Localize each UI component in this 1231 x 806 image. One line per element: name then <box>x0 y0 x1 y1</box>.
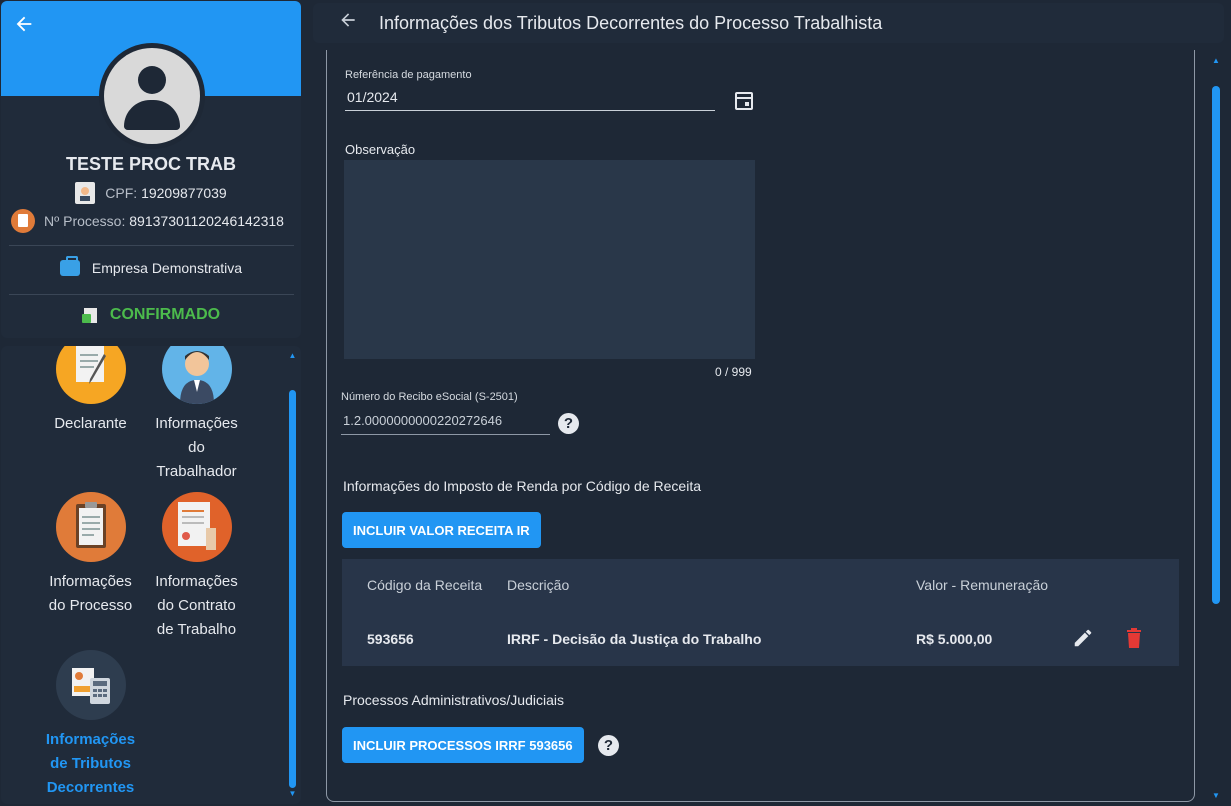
ref-input[interactable]: 01/2024 <box>347 89 398 105</box>
briefcase-icon <box>59 256 80 276</box>
help-icon[interactable]: ? <box>598 735 619 756</box>
main-scroll-thumb[interactable] <box>1212 86 1220 604</box>
process-value: 89137301120246142318 <box>129 213 284 229</box>
scroll-up-icon[interactable]: ▲ <box>288 352 297 360</box>
process-label: Nº Processo: <box>44 213 126 229</box>
process-row: Nº Processo: 89137301120246142318 <box>11 209 301 233</box>
status-row: CONFIRMADO <box>1 306 301 324</box>
cpf-label: CPF: <box>105 185 138 201</box>
back-arrow-icon[interactable] <box>338 10 360 36</box>
document-pen-icon <box>55 346 126 404</box>
nav-scroll-thumb[interactable] <box>289 390 296 788</box>
nav-item-declarante[interactable]: Declarante <box>43 346 138 436</box>
calendar-icon[interactable] <box>735 92 753 110</box>
recibo-underline <box>341 434 550 435</box>
col-header-codigo: Código da Receita <box>367 577 483 593</box>
clipboard-icon <box>11 209 35 233</box>
nav-scrollbar[interactable]: ▲ ▼ <box>288 350 297 800</box>
contract-icon <box>161 492 232 562</box>
back-arrow-icon[interactable] <box>13 13 37 37</box>
recibo-label: Número do Recibo eSocial (S-2501) <box>341 391 518 403</box>
obs-textarea[interactable] <box>344 160 755 359</box>
delete-trash-icon[interactable] <box>1126 628 1142 648</box>
ir-section-title: Informações do Imposto de Renda por Códi… <box>343 478 701 494</box>
page-title: Informações dos Tributos Decorrentes do … <box>379 12 883 33</box>
id-badge-icon <box>75 182 96 204</box>
scroll-down-icon[interactable]: ▼ <box>1212 791 1220 800</box>
cell-valor: R$ 5.000,00 <box>916 631 993 647</box>
divider <box>9 294 294 295</box>
clipboard-list-icon <box>55 492 126 562</box>
main-scrollbar[interactable]: ▲ ▼ <box>1210 50 1222 802</box>
nav-item-label: Informações do Contrato de Trabalho <box>155 573 238 638</box>
col-header-descricao: Descrição <box>507 577 570 593</box>
ir-table: Código da Receita Descrição Valor - Remu… <box>342 559 1179 666</box>
help-icon[interactable]: ? <box>558 413 579 434</box>
company-name: Empresa Demonstrativa <box>91 260 243 276</box>
company-row: Empresa Demonstrativa <box>1 256 301 276</box>
cpf-value: 19209877039 <box>141 185 227 201</box>
calculator-tax-icon <box>55 650 126 720</box>
obs-counter: 0 / 999 <box>715 365 752 379</box>
ref-label: Referência de pagamento <box>345 69 472 81</box>
proc-section-title: Processos Administrativos/Judiciais <box>343 692 564 708</box>
add-receita-ir-button[interactable]: INCLUIR VALOR RECEITA IR <box>342 512 541 548</box>
cell-descricao: IRRF - Decisão da Justiça do Trabalho <box>507 631 762 647</box>
nav-item-tributos[interactable]: Informações de Tributos Decorrentes <box>43 650 138 800</box>
edit-pencil-icon[interactable] <box>1072 627 1094 649</box>
nav-item-label: Declarante <box>54 415 127 432</box>
nav-item-processo[interactable]: Informações do Processo <box>43 492 138 618</box>
add-processos-irrf-button[interactable]: INCLUIR PROCESSOS IRRF 593656 <box>342 727 584 763</box>
nav-item-label: Informações de Tributos Decorrentes <box>45 731 136 796</box>
col-header-valor: Valor - Remuneração <box>916 577 1049 593</box>
profile-card: TESTE PROC TRAB CPF: 19209877039 Nº Proc… <box>1 1 301 338</box>
nav-item-label: Informações do Trabalhador <box>155 415 238 480</box>
nav-item-label: Informações do Processo <box>48 573 133 614</box>
obs-label: Observação <box>345 142 416 157</box>
cell-codigo: 593656 <box>367 631 414 647</box>
page-header: Informações dos Tributos Decorrentes do … <box>313 3 1224 43</box>
avatar-person-icon <box>104 48 200 144</box>
recibo-input[interactable]: 1.2.0000000000220272646 <box>343 413 502 428</box>
nav-item-contrato[interactable]: Informações do Contrato de Trabalho <box>149 492 244 642</box>
scroll-down-icon[interactable]: ▼ <box>288 790 297 798</box>
nav-item-trabalhador[interactable]: Informações do Trabalhador <box>149 346 244 484</box>
worker-avatar-icon <box>161 346 232 404</box>
avatar <box>99 43 205 149</box>
cpf-row: CPF: 19209877039 <box>1 182 301 204</box>
ref-underline <box>345 110 715 111</box>
status-document-icon <box>81 306 100 324</box>
status-badge: CONFIRMADO <box>109 306 221 323</box>
nav-panel: Declarante Informações do Trabalhador In… <box>1 346 301 804</box>
divider <box>9 245 294 246</box>
profile-name: TESTE PROC TRAB <box>65 154 236 174</box>
scroll-up-icon[interactable]: ▲ <box>1212 56 1220 65</box>
